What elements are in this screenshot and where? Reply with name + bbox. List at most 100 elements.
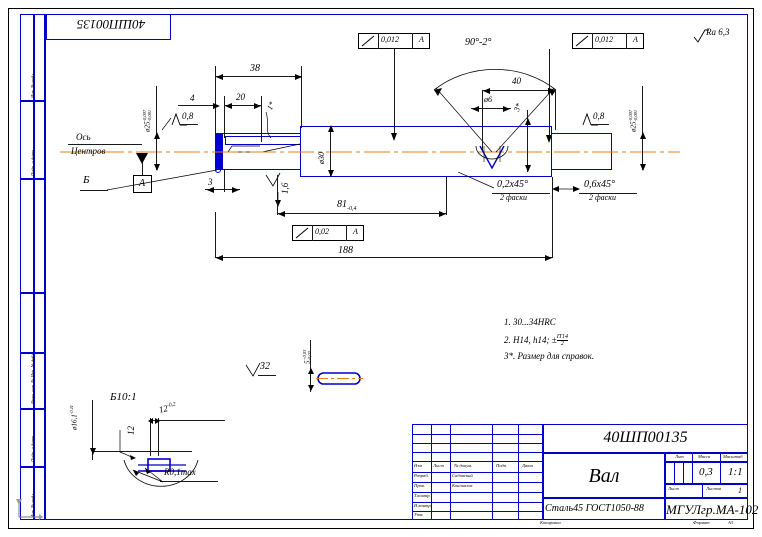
dim38-text: 38	[250, 63, 260, 74]
margin-separator-1	[20, 100, 45, 102]
tb-col-header-3: Подп.	[496, 463, 508, 468]
tb-col-header-2: № докум.	[454, 463, 473, 468]
dim40-arrows	[483, 88, 555, 94]
it14-num: IT14	[556, 334, 569, 340]
dim81-value: 81	[337, 199, 347, 210]
detail-marker-letter: Б	[83, 174, 90, 186]
tb-lit-sub-1	[674, 462, 675, 484]
roughness-08-left-text: 0,8	[182, 111, 194, 121]
dia-mid-label: ø30	[317, 152, 326, 164]
dim3-arrows	[207, 187, 239, 193]
detail-dim12-line	[150, 420, 225, 421]
tb-col-header-4: Дата	[522, 463, 533, 468]
detail-dim12-tol: -0,2	[166, 401, 177, 410]
total-runout-icon	[361, 35, 375, 47]
axis-label-underline	[68, 144, 142, 145]
chamfer-right-sub: 2 фаски	[589, 193, 616, 202]
dia-right-label: ø25 -0,007 -0,081	[628, 110, 639, 132]
sheet-outer-border-left	[8, 8, 9, 529]
detail-marker-underline	[80, 190, 108, 191]
footer-copied-label: Копировал	[540, 520, 561, 525]
tbm-row-9	[412, 511, 543, 512]
tb-col-header-1: Лист	[433, 463, 444, 468]
dim20-arrows	[225, 103, 261, 109]
gdt-frame-3-tolerance: 0,02	[315, 227, 329, 236]
tb-header-massa: Масса	[698, 454, 711, 459]
drawing-sheet: Инв. № подл. Подп. и дата Взам. инв. № И…	[0, 0, 762, 537]
tbm-row-7	[412, 492, 543, 493]
tb-drawing-number: 40ШП00135	[603, 429, 688, 446]
dim-d6-arrows	[472, 106, 510, 112]
gdt-frame-3-datum: A	[353, 227, 358, 236]
tb-listov-value: 1	[738, 486, 742, 495]
roughness-32-text: 32	[260, 361, 270, 372]
tb-role-1: Пров.	[414, 483, 426, 488]
datum-a-text: A	[139, 178, 146, 189]
roughness-08-left-leader	[161, 118, 172, 131]
chamfer-right-text: 0,6х45°	[584, 179, 615, 190]
detail-radius-leaders	[132, 467, 164, 483]
total-runout-icon-2	[575, 35, 589, 47]
sheet-outer-border-top	[8, 8, 754, 9]
roughness-16-arrow	[275, 192, 281, 207]
sheet-outer-border-right	[753, 8, 754, 529]
detail-view-title: Б10:1	[110, 391, 137, 403]
tb-listov-label: Листов	[706, 486, 722, 491]
axis-label-bottom: Центров	[71, 146, 106, 156]
technical-note-3: 3*. Размер для справок.	[504, 351, 595, 361]
dim40-text: 40	[512, 76, 521, 86]
dia-left-tol-dn: -0,081	[146, 109, 152, 122]
detail-dia-value: ø16,1	[70, 414, 79, 430]
technical-note-2: 2. H14, h14; ± IT14 2	[504, 334, 569, 348]
total-runout-icon-3	[295, 227, 309, 239]
roughness-08-right-underline	[591, 124, 609, 125]
dim188-arrows	[216, 255, 552, 261]
dia-left-arrows	[154, 132, 160, 171]
dim4-text: 4	[190, 93, 195, 103]
sheet-outer-border-bottom	[8, 528, 754, 529]
tb-name-1: Коновалов	[452, 483, 473, 488]
dim81-arrows	[278, 211, 446, 217]
dim-d6-text: ø6	[484, 95, 492, 104]
dim81-tol: -0,4	[347, 206, 357, 212]
gdt-frame-2-tolerance: 0,012	[595, 35, 613, 44]
margin-separator-2	[20, 178, 45, 180]
tbm-row-1	[412, 434, 543, 435]
detail-dia-tol: -0,11	[69, 405, 74, 415]
margin-label-1: Подп. и дата	[30, 149, 35, 176]
tb-organization: МГУЛгр.МА-102	[666, 502, 759, 517]
dia-left-value: ø25	[143, 121, 152, 133]
tbm-row-5	[412, 472, 543, 473]
tb-material: Сталь45 ГОСТ1050-88	[545, 503, 644, 514]
roughness-08-right-text: 0,8	[593, 111, 605, 121]
top-left-code-text: 40ШП00135	[76, 17, 146, 32]
chamfer-left-sub: 2 фаски	[500, 193, 527, 202]
tb-scale-value: 1:1	[728, 466, 743, 478]
dim1-star-leader	[265, 112, 272, 139]
dim3-star-arrow-top	[525, 118, 531, 125]
gdt-frame-3-div-2	[346, 225, 347, 241]
tbm-row-3	[412, 452, 543, 453]
footer-format-value: А3	[728, 520, 734, 525]
margin-separator-6	[20, 466, 45, 468]
dim20-text: 20	[236, 92, 245, 102]
dia-right-arrows	[640, 132, 646, 171]
dim188-ext-left	[215, 212, 216, 258]
margin-label-0: Инв. № подл.	[30, 72, 35, 98]
dim3-text: 3	[208, 177, 213, 187]
margin-separator-5	[20, 408, 45, 410]
tbm-row-2	[412, 443, 543, 444]
tb-name-0: Садовский	[452, 473, 473, 478]
tbm-row-4	[412, 461, 543, 462]
margin-separator-3	[20, 292, 45, 294]
corner-marker-icon	[16, 499, 43, 520]
dim5-label: 5+0,03-0,03	[302, 350, 313, 364]
margin-label-2: Взам. инв. № Инв. № дубл.	[30, 352, 35, 405]
chamfer-right-leader	[552, 186, 580, 192]
angle-dim-90	[433, 69, 557, 153]
detail-dia-label: ø16,1-0,11	[69, 405, 79, 430]
tb-role-5: Утв.	[414, 512, 424, 517]
axis-label-top: Ось	[76, 132, 91, 142]
dim188-text: 188	[338, 245, 353, 256]
dim40-ext-right	[555, 90, 556, 130]
